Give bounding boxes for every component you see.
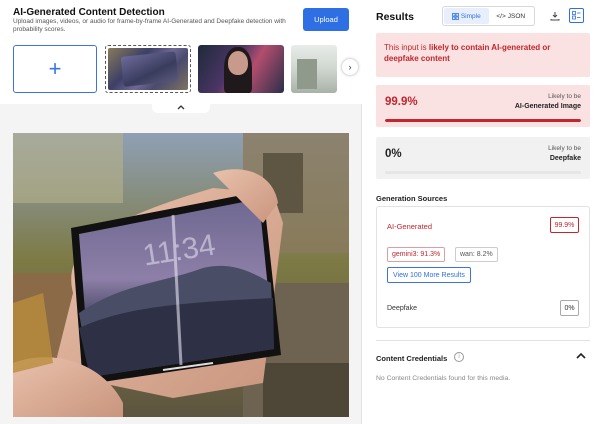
content-credentials-collapse-button[interactable] — [576, 350, 586, 362]
gallery-next-button[interactable]: › — [342, 59, 358, 75]
section-divider — [376, 340, 590, 341]
view-json-label: JSON — [507, 12, 526, 20]
ai-generated-source-value: 99.9% — [550, 217, 579, 233]
view-simple-label: Simple — [460, 12, 481, 20]
media-thumbnail-selected[interactable] — [105, 45, 191, 93]
view-more-results-button[interactable]: View 100 More Results — [387, 267, 471, 283]
ai-generated-score-card: 99.9% Likely to be AI-Generated Image — [376, 85, 590, 127]
content-credentials-title: Content Credentials — [376, 354, 448, 363]
deepfake-score-label: Deepfake — [549, 155, 581, 162]
media-thumbnail[interactable] — [198, 45, 284, 93]
ai-generated-source-label: AI-Generated — [387, 222, 433, 231]
deepfake-score-card: 0% Likely to be Deepfake — [376, 137, 590, 179]
detection-alert: This input is likely to contain AI-gener… — [376, 33, 590, 77]
view-toggle: Simple </> JSON — [442, 6, 535, 26]
deepfake-source-label: Deepfake — [387, 305, 417, 312]
source-chip: gemini3: 91.3% — [387, 247, 446, 262]
layout-toggle-icon[interactable] — [569, 8, 584, 23]
add-media-button[interactable]: + — [13, 45, 97, 93]
view-simple-tab[interactable]: Simple — [444, 8, 489, 24]
deepfake-source-value: 0% — [560, 300, 579, 316]
download-icon[interactable] — [549, 10, 561, 22]
content-credentials-message: No Content Credentials found for this me… — [376, 375, 511, 382]
info-icon[interactable]: i — [454, 352, 464, 362]
ai-score-bar-fill — [385, 119, 581, 122]
deepfake-score-value: 0% — [385, 148, 402, 160]
deepfake-score-bar — [385, 171, 581, 174]
media-preview-image: 11:34 — [13, 133, 349, 417]
chevron-up-icon — [177, 104, 185, 109]
portrait-face — [228, 51, 248, 75]
results-title: Results — [376, 11, 414, 23]
chevron-right-icon: › — [348, 62, 352, 72]
upload-header-card: AI-Generated Content Detection Upload im… — [0, 0, 362, 104]
code-icon: </> — [496, 12, 506, 20]
phone-thumbnail-image — [108, 48, 188, 90]
view-json-tab[interactable]: </> JSON — [489, 8, 534, 24]
generation-sources-title: Generation Sources — [376, 194, 448, 203]
deepfake-score-caption: Likely to be — [548, 145, 581, 152]
plus-icon: + — [48, 56, 62, 81]
grid-icon — [451, 12, 459, 20]
upload-panel: AI-Generated Content Detection Upload im… — [0, 0, 362, 424]
ai-score-value: 99.9% — [385, 96, 418, 108]
generation-sources-card: AI-Generated 99.9% gemini3: 91.3% wan: 8… — [376, 206, 590, 328]
alert-prefix: This input is — [384, 43, 429, 52]
results-panel: Results Simple </> JSON This input is li… — [363, 0, 600, 424]
page-title: AI-Generated Content Detection — [13, 7, 165, 18]
foldable-phone-photo: 11:34 — [13, 133, 349, 417]
media-thumbnail[interactable] — [291, 45, 337, 93]
ai-score-caption: Likely to be — [548, 93, 581, 100]
page-subtitle: Upload images, videos, or audio for fram… — [13, 18, 286, 33]
ai-score-bar — [385, 119, 581, 122]
collapse-gallery-button[interactable] — [152, 100, 210, 113]
source-chip: wan: 8.2% — [455, 247, 498, 262]
chevron-up-icon — [576, 352, 586, 359]
upload-button[interactable]: Upload — [303, 8, 349, 31]
ai-score-label: AI-Generated Image — [514, 103, 581, 110]
